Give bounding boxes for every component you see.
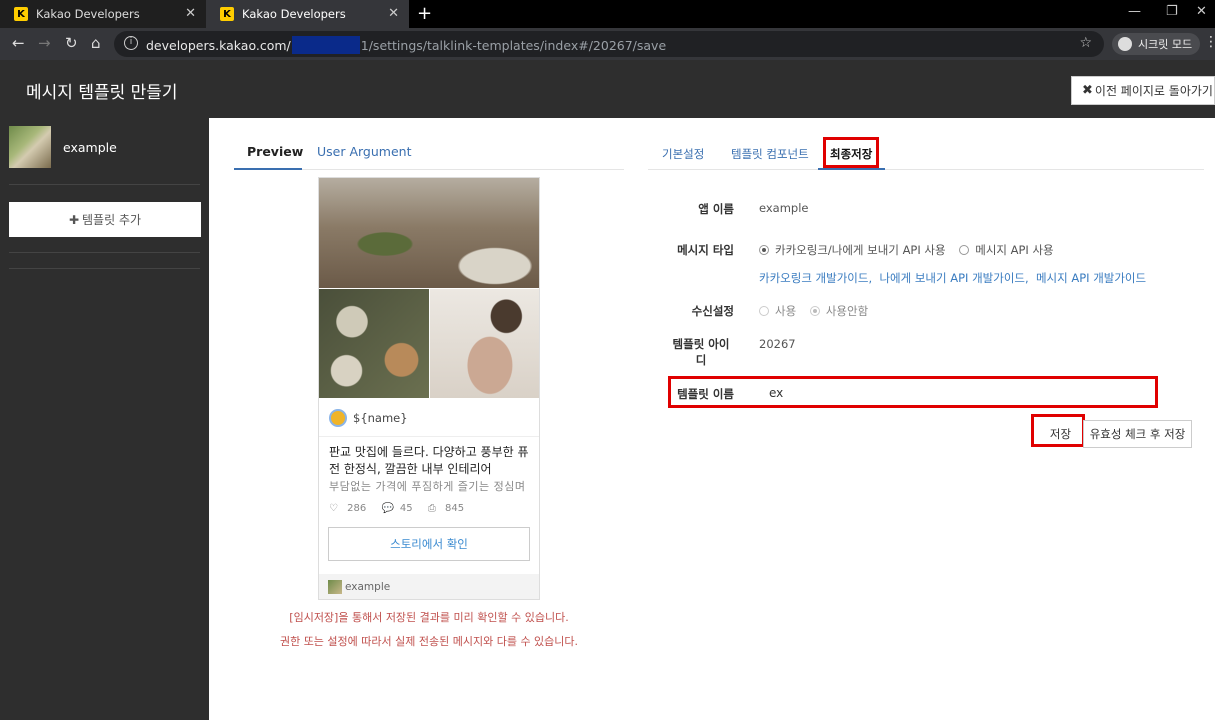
share-icon: ⎙	[427, 503, 436, 514]
card-title: 판교 맛집에 들르다. 다양하고 풍부한 퓨전 한정식, 깔끔한 내부 인테리어	[329, 445, 529, 476]
comment-icon: 💬	[381, 503, 394, 514]
social-stats: ♡ 286 💬 45 ⎙ 845	[329, 503, 476, 514]
radio-message-api[interactable]	[959, 245, 970, 255]
browser-tab[interactable]: K Kakao Developers ✕	[0, 0, 206, 28]
receive-setting-label: 수신설정	[691, 304, 734, 318]
kakao-favicon-icon: K	[14, 7, 28, 21]
info-icon[interactable]: i	[124, 36, 138, 50]
divider	[9, 268, 200, 269]
profile-name: ${name}	[353, 411, 408, 425]
radio-not-use[interactable]	[809, 306, 820, 316]
share-count: 845	[445, 503, 465, 514]
app-icon	[328, 579, 342, 594]
radio-label: 사용	[775, 304, 797, 318]
preview-notice: [임시저장]을 통해서 저장된 결과를 미리 확인할 수 있습니다.	[289, 611, 569, 624]
menu-dots-icon[interactable]: ⋮	[1204, 34, 1215, 50]
radio-use[interactable]	[759, 306, 769, 316]
message-api-guide-link[interactable]: 메시지 API 개발가이드	[1036, 271, 1146, 285]
incognito-badge[interactable]: 시크릿 모드	[1112, 33, 1200, 55]
template-name-label: 템플릿 이름	[677, 387, 734, 401]
tab-user-argument[interactable]: User Argument	[317, 144, 411, 159]
incognito-icon	[1118, 37, 1132, 51]
save-button[interactable]: 저장	[1037, 421, 1084, 447]
template-id-label: 템플릿 아이디	[672, 337, 730, 367]
home-icon[interactable]: ⌂	[91, 34, 101, 52]
add-template-label: 템플릿 추가	[82, 213, 142, 227]
card-description: 부담없는 가격에 푸짐하게 즐기는 정심며	[329, 480, 526, 493]
sidebar-app-name: example	[63, 140, 117, 155]
profile-icon	[329, 409, 347, 427]
back-arrow-icon[interactable]: ←	[12, 34, 25, 52]
sidebar: example ✚ 템플릿 추가	[0, 118, 209, 720]
divider	[319, 436, 539, 437]
maximize-icon[interactable]: ❐	[1166, 4, 1178, 19]
page-header: 메시지 템플릿 만들기 ✖ 이전 페이지로 돌아가기	[0, 60, 1215, 118]
close-icon: ✖	[1082, 83, 1093, 98]
tab-basic-settings[interactable]: 기본설정	[662, 146, 704, 162]
radio-label: 메시지 API 사용	[975, 243, 1054, 257]
bookmark-star-icon[interactable]: ☆	[1079, 35, 1092, 51]
url-field[interactable]: i developers.kakao.com/1/settings/talkli…	[114, 31, 1104, 57]
url-text: developers.kakao.com/1/settings/talklink…	[146, 36, 667, 54]
address-bar: ← → ↻ ⌂ i developers.kakao.com/1/setting…	[0, 28, 1215, 60]
back-label: 이전 페이지로 돌아가기	[1094, 84, 1213, 98]
kakao-favicon-icon: K	[220, 7, 234, 21]
page-title: 메시지 템플릿 만들기	[26, 83, 178, 103]
message-type-options: 카카오링크/나에게 보내기 API 사용 메시지 API 사용	[759, 242, 1064, 258]
preview-tabs: Preview User Argument	[234, 132, 624, 170]
radio-label: 카카오링크/나에게 보내기 API 사용	[775, 243, 946, 257]
browser-tab-active[interactable]: K Kakao Developers ✕	[206, 0, 409, 28]
tab-final-save[interactable]: 최종저장	[830, 146, 872, 162]
like-count: 286	[347, 503, 367, 514]
view-in-story-button[interactable]: 스토리에서 확인	[328, 527, 530, 561]
active-tab-underline	[818, 168, 885, 170]
new-tab-icon[interactable]: +	[417, 3, 432, 24]
tab-title: Kakao Developers	[242, 7, 346, 21]
window-close-icon[interactable]: ✕	[1196, 4, 1207, 19]
browser-tab-bar: K Kakao Developers ✕ K Kakao Developers …	[0, 0, 1215, 28]
minimize-icon[interactable]: —	[1128, 4, 1141, 19]
message-type-label: 메시지 타입	[677, 243, 734, 257]
app-name-label: 앱 이름	[698, 202, 734, 216]
incognito-label: 시크릿 모드	[1138, 38, 1193, 51]
kakaolink-guide-link[interactable]: 카카오링크 개발가이드	[759, 271, 868, 285]
food-image	[319, 178, 539, 288]
comment-count: 45	[399, 503, 413, 514]
add-template-button[interactable]: ✚ 템플릿 추가	[9, 202, 201, 237]
validate-and-save-button[interactable]: 유효성 체크 후 저장	[1083, 420, 1192, 448]
reload-icon[interactable]: ↻	[65, 34, 78, 52]
divider	[9, 252, 200, 253]
guide-links: 카카오링크 개발가이드, 나에게 보내기 API 개발가이드, 메시지 API …	[759, 271, 1147, 285]
receive-setting-options: 사용 사용안함	[759, 303, 878, 319]
tab-title: Kakao Developers	[36, 7, 140, 21]
divider	[9, 184, 200, 185]
redacted-mask	[291, 36, 360, 54]
close-icon[interactable]: ✕	[388, 6, 399, 21]
radio-label: 사용안함	[825, 304, 869, 318]
app-avatar	[9, 126, 51, 168]
food-image	[319, 289, 429, 398]
message-preview-card: ${name} 판교 맛집에 들르다. 다양하고 풍부한 퓨전 한정식, 깔끔한…	[318, 177, 540, 600]
profile-row: ${name}	[329, 409, 408, 427]
card-footer: example	[319, 574, 539, 599]
back-to-previous-button[interactable]: ✖ 이전 페이지로 돌아가기	[1071, 76, 1215, 105]
plus-icon: ✚	[68, 212, 80, 227]
settings-tabs: 기본설정 템플릿 컴포넌트 최종저장	[648, 132, 1204, 170]
active-tab-underline	[234, 168, 302, 170]
close-icon[interactable]: ✕	[185, 6, 196, 21]
food-image	[430, 289, 539, 398]
template-name-input[interactable]	[760, 382, 1154, 404]
preview-notice: 권한 또는 설정에 따라서 실제 전송된 메시지와 다를 수 있습니다.	[279, 635, 579, 648]
heart-icon: ♡	[329, 503, 338, 514]
tab-preview[interactable]: Preview	[247, 144, 303, 159]
app-name-value: example	[759, 201, 809, 215]
radio-kakaolink[interactable]	[759, 245, 769, 255]
tab-template-components[interactable]: 템플릿 컴포넌트	[731, 146, 809, 162]
template-id-value: 20267	[759, 337, 796, 351]
footer-app-name: example	[345, 580, 391, 593]
send-to-me-guide-link[interactable]: 나에게 보내기 API 개발가이드	[879, 271, 1025, 285]
forward-arrow-icon[interactable]: →	[38, 34, 51, 52]
